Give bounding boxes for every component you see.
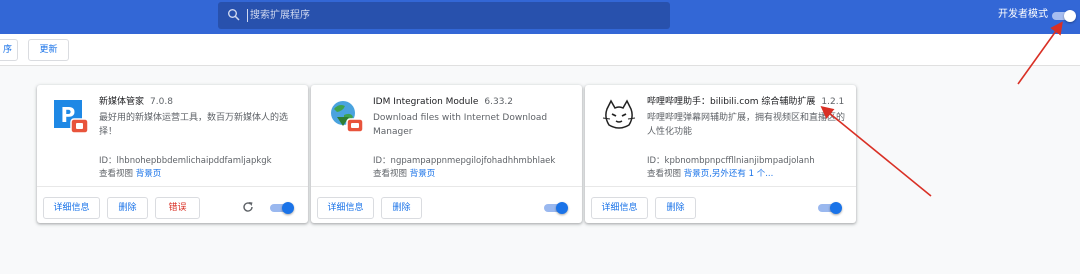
arrow-to-bilibili-extension bbox=[820, 105, 932, 197]
annotation-overlay bbox=[820, 21, 1063, 197]
arrow-to-dev-mode bbox=[1017, 21, 1063, 85]
